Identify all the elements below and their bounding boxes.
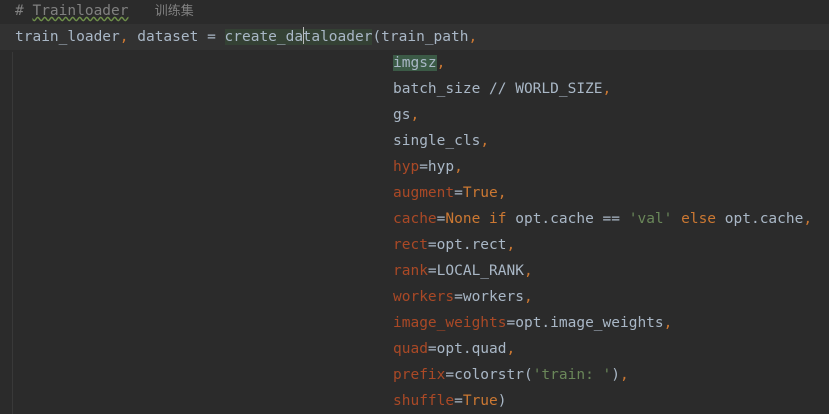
kwarg-cache-else: else [672,211,725,227]
arg-comma: , [506,237,516,253]
indent-guide [12,52,13,414]
closing-paren: ) [497,393,507,409]
kwarg-workers-value: =workers [454,289,524,305]
arg-comma: , [523,263,533,279]
code-line-gs[interactable]: gs, [393,102,419,128]
kwarg-rect: rect [393,237,428,253]
kwarg-prefix-close: ) [611,367,621,383]
arg-comma: , [436,55,446,71]
arg-comma: , [454,159,463,175]
code-line-workers[interactable]: workers=workers, [393,284,533,310]
arg-comma: , [602,81,612,97]
code-line-image-weights[interactable]: image_weights=opt.image_weights, [393,310,672,336]
kwarg-image-weights-value: =opt.image_weights [506,315,664,331]
arg-comma: , [803,211,813,227]
arg-comma: , [480,133,490,149]
arg-comma: , [523,289,533,305]
function-name-create-dataloader: create_dataloader [224,27,373,45]
kwarg-augment-value: True [462,185,498,201]
arg-comma: , [410,107,420,123]
kwarg-rank-value: =LOCAL_RANK [427,263,524,279]
kwarg-prefix-string: 'train: ' [532,367,612,383]
kwarg-hyp-value: =hyp [419,159,455,175]
kwarg-rank: rank [393,263,428,279]
arg-comma: , [506,341,516,357]
code-line-shuffle[interactable]: shuffle=True) [393,388,507,414]
kwarg-quad-value: =opt.quad [427,341,507,357]
code-line-call[interactable]: train_loader, dataset = create_dataloade… [0,24,829,50]
kwarg-prefix: prefix [393,367,446,383]
lhs-train-loader: train_loader [15,29,120,45]
kwarg-cache-tail: opt.cache [724,211,804,227]
code-line-rank[interactable]: rank=LOCAL_RANK, [393,258,533,284]
kwarg-cache-none: None [445,211,481,227]
kwarg-quad: quad [393,341,428,357]
kwarg-prefix-value: =colorstr( [445,367,533,383]
kwarg-cache-if: if [480,211,516,227]
kwarg-hyp: hyp [393,159,420,175]
arg-comma: , [663,315,673,331]
code-line-batch-size[interactable]: batch_size // WORLD_SIZE, [393,76,611,102]
kwarg-augment: augment [393,185,455,201]
kwarg-augment-eq: = [454,185,463,201]
kwarg-rect-value: =opt.rect [427,237,507,253]
kwarg-workers: workers [393,289,455,305]
arg-train-path: (train_path [372,29,469,45]
kwarg-image-weights: image_weights [393,315,507,331]
kwarg-cache-opt: opt.cache == [515,211,629,227]
kwarg-cache-string: 'val' [628,211,673,227]
function-name-part-a: create_da [224,29,304,45]
arg-comma: , [468,29,478,45]
function-name-part-b: taloader [302,29,373,45]
code-line-comment[interactable]: # Trainloader 训练集 [15,0,194,24]
arg-comma: , [620,367,629,383]
code-line-prefix[interactable]: prefix=colorstr('train: '), [393,362,629,388]
comment-word: Trainloader [32,3,129,19]
kwarg-shuffle: shuffle [393,393,455,409]
kwarg-cache: cache [393,211,437,227]
comment-gap [129,3,155,19]
code-line-single-cls[interactable]: single_cls, [393,128,489,154]
lhs-comma: , [119,29,129,45]
code-line-augment[interactable]: augment=True, [393,180,507,206]
code-line-hyp[interactable]: hyp=hyp, [393,154,463,180]
arg-imgsz: imgsz [393,55,437,71]
code-line-rect[interactable]: rect=opt.rect, [393,232,515,258]
lhs-dataset: dataset = [128,29,225,45]
arg-batch-size: batch_size // WORLD_SIZE [393,81,603,97]
comment-cjk: 训练集 [154,4,194,19]
arg-comma: , [497,185,507,201]
kwarg-shuffle-eq: = [454,393,463,409]
code-editor[interactable]: # Trainloader 训练集 train_loader, dataset … [0,0,829,414]
code-line-cache[interactable]: cache=None if opt.cache == 'val' else op… [393,206,812,232]
code-line-quad[interactable]: quad=opt.quad, [393,336,515,362]
comment-hash: # [15,3,33,19]
code-line-imgsz[interactable]: imgsz, [393,50,445,76]
kwarg-shuffle-value: True [462,393,498,409]
arg-single-cls: single_cls [393,133,481,149]
arg-gs: gs [393,107,411,123]
